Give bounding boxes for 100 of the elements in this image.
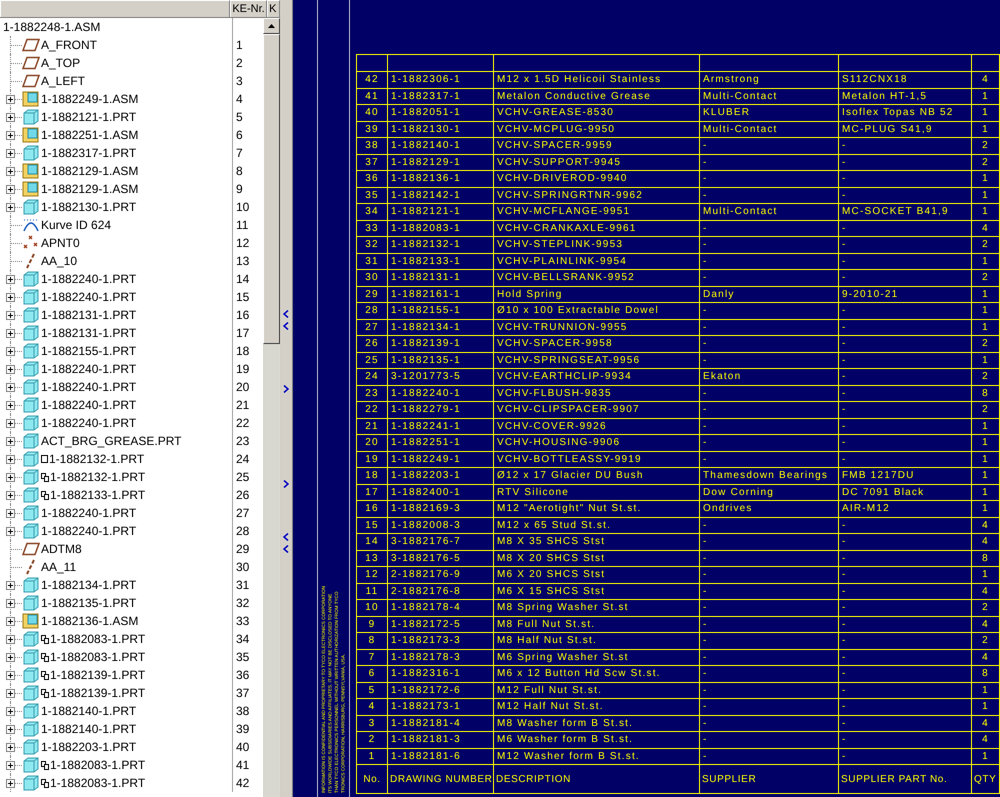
- expand-icon[interactable]: [6, 437, 15, 446]
- expand-icon[interactable]: [6, 725, 15, 734]
- tree-item[interactable]: ADTM8: [41, 541, 82, 557]
- expand-icon[interactable]: [6, 167, 15, 176]
- expand-icon[interactable]: [6, 347, 15, 356]
- table-cell: 29: [357, 286, 387, 302]
- tree-item[interactable]: 1-1882251-1.ASM: [41, 127, 138, 143]
- table-cell: Metalon HT-1,5: [839, 88, 971, 104]
- tree-item[interactable]: AA_10: [41, 253, 78, 269]
- table-cell: 34: [357, 204, 387, 220]
- tree-item[interactable]: 1-1882203-1.PRT: [41, 739, 136, 755]
- expand-icon[interactable]: [6, 671, 15, 680]
- expand-icon[interactable]: [6, 455, 15, 464]
- tree-item[interactable]: 1-1882132-1.PRT: [49, 451, 144, 467]
- tree-item[interactable]: 1-1882121-1.PRT: [41, 109, 136, 125]
- tree-item[interactable]: 1-1882083-1.PRT: [50, 631, 146, 647]
- table-cell: -: [839, 270, 971, 286]
- tree-item[interactable]: 1-1882132-1.PRT: [50, 469, 146, 485]
- table-cell: 1: [972, 418, 999, 434]
- tree-item[interactable]: 1-1882139-1.PRT: [50, 685, 146, 701]
- expand-icon[interactable]: [6, 401, 15, 410]
- tree-item[interactable]: AA_11: [41, 559, 76, 575]
- expand-icon[interactable]: [6, 617, 15, 626]
- tree-item[interactable]: 1-1882131-1.PRT: [41, 325, 136, 341]
- table-cell: 1: [972, 682, 999, 698]
- table-cell: -: [839, 518, 971, 533]
- tree-item[interactable]: 1-1882249-1.ASM: [41, 91, 138, 107]
- tree-root[interactable]: 1-1882248-1.ASM: [0, 18, 100, 36]
- expand-icon[interactable]: [6, 707, 15, 716]
- tree-item[interactable]: 1-1882317-1.PRT: [41, 145, 136, 161]
- expand-icon[interactable]: [6, 473, 15, 482]
- expand-icon[interactable]: [6, 653, 15, 662]
- part-icon: [22, 361, 40, 377]
- tree-item[interactable]: 1-1882240-1.PRT: [41, 397, 136, 413]
- tree-item[interactable]: 1-1882240-1.PRT: [41, 271, 136, 287]
- tree-item[interactable]: 1-1882155-1.PRT: [41, 343, 136, 359]
- expand-icon[interactable]: [6, 365, 15, 374]
- expand-icon[interactable]: [6, 293, 15, 302]
- tree-item[interactable]: 1-1882240-1.PRT: [41, 361, 136, 377]
- table-cell: M6 x 12 Button Hd Scw St.st.: [494, 666, 699, 682]
- expand-icon[interactable]: [6, 275, 15, 284]
- expand-icon[interactable]: [6, 761, 15, 770]
- expand-icon[interactable]: [6, 185, 15, 194]
- column-header[interactable]: KE-Nr.: [230, 0, 268, 17]
- tree-item[interactable]: Kurve ID 624: [41, 217, 112, 233]
- table-cell: -: [839, 567, 971, 582]
- tree-item[interactable]: ACT_BRG_GREASE.PRT: [41, 433, 182, 449]
- scroll-thumb[interactable]: [263, 34, 280, 344]
- scrollbar[interactable]: [263, 18, 280, 797]
- tree-item[interactable]: 1-1882130-1.PRT: [41, 199, 136, 215]
- expand-icon[interactable]: [6, 509, 15, 518]
- assembly-icon: [22, 181, 40, 197]
- tree-item[interactable]: A_FRONT: [41, 37, 98, 53]
- expand-icon[interactable]: [6, 599, 15, 608]
- expand-icon[interactable]: [6, 419, 15, 428]
- expand-icon[interactable]: [6, 743, 15, 752]
- tree-item[interactable]: 1-1882140-1.PRT: [41, 721, 136, 737]
- expand-icon[interactable]: [6, 329, 15, 338]
- scroll-up-button[interactable]: [263, 18, 280, 34]
- tree-item[interactable]: 1-1882240-1.PRT: [41, 415, 136, 431]
- expand-icon[interactable]: [6, 149, 15, 158]
- tree-item[interactable]: 1-1882129-1.ASM: [41, 163, 138, 179]
- tree-item[interactable]: 1-1882240-1.PRT: [41, 379, 136, 395]
- tree-item[interactable]: 1-1882083-1.PRT: [50, 775, 146, 791]
- tree-item[interactable]: 1-1882240-1.PRT: [41, 505, 136, 521]
- tree-item[interactable]: 1-1882129-1.ASM: [41, 181, 138, 197]
- table-cell: -: [700, 748, 838, 764]
- tree-item[interactable]: 1-1882133-1.PRT: [50, 487, 146, 503]
- tree-item[interactable]: 1-1882139-1.PRT: [50, 667, 146, 683]
- tree-item[interactable]: A_TOP: [41, 55, 80, 71]
- table-cell: -: [700, 320, 838, 335]
- chevron-right-icon[interactable]: [283, 385, 289, 393]
- table-cell: Hold Spring: [494, 286, 699, 302]
- tree-item[interactable]: 1-1882136-1.ASM: [41, 613, 138, 629]
- expand-icon[interactable]: [6, 581, 15, 590]
- tree-item[interactable]: APNT0: [41, 235, 80, 251]
- table-cell: 32: [357, 237, 387, 252]
- tree-item[interactable]: 1-1882240-1.PRT: [41, 523, 136, 539]
- expand-icon[interactable]: [6, 113, 15, 122]
- tree-item[interactable]: 1-1882140-1.PRT: [41, 703, 136, 719]
- tree-item[interactable]: 1-1882134-1.PRT: [41, 577, 136, 593]
- expand-icon[interactable]: [6, 635, 15, 644]
- table-cell: 21: [357, 418, 387, 434]
- tree-item[interactable]: 1-1882131-1.PRT: [41, 307, 136, 323]
- expand-icon[interactable]: [6, 527, 15, 536]
- expand-icon[interactable]: [6, 311, 15, 320]
- table-cell: 1-1882240-1: [388, 386, 493, 401]
- expand-icon[interactable]: [6, 689, 15, 698]
- tree-item[interactable]: 1-1882083-1.PRT: [50, 649, 146, 665]
- expand-icon[interactable]: [6, 779, 15, 788]
- expand-icon[interactable]: [6, 131, 15, 140]
- expand-icon[interactable]: [6, 203, 15, 212]
- tree-item[interactable]: 1-1882135-1.PRT: [41, 595, 136, 611]
- tree-item[interactable]: A_LEFT: [41, 73, 86, 89]
- tree-item[interactable]: 1-1882083-1.PRT: [50, 757, 146, 773]
- tree-item[interactable]: 1-1882240-1.PRT: [41, 289, 136, 305]
- expand-icon[interactable]: [6, 383, 15, 392]
- expand-icon[interactable]: [6, 95, 15, 104]
- chevron-right-icon[interactable]: [283, 480, 289, 488]
- expand-icon[interactable]: [6, 491, 15, 500]
